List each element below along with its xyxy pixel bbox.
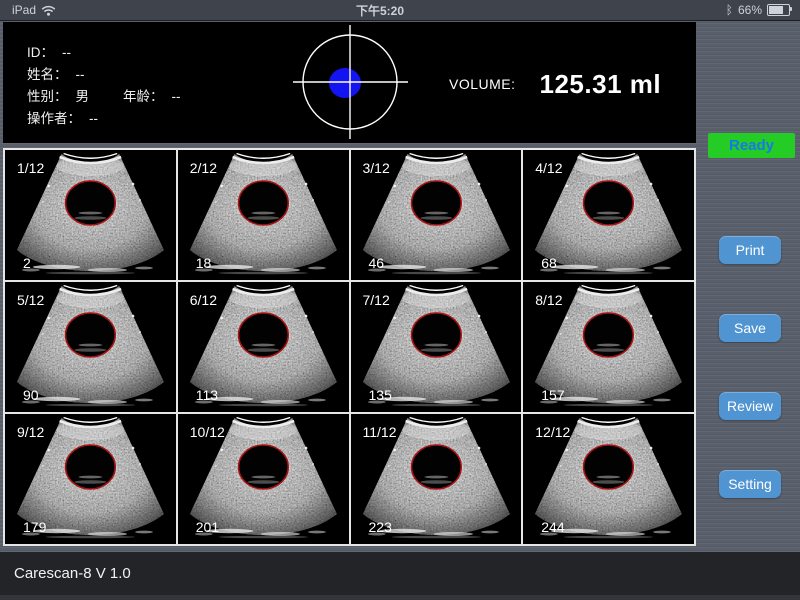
ios-status-bar: iPad 下午5:20 ᛒ 66% [0,0,800,21]
cell-index-label: 4/12 [535,160,562,176]
battery-icon [767,4,790,16]
ultrasound-cell-9[interactable]: 9/12 179 [5,414,176,544]
ultrasound-cell-7[interactable]: 7/12 135 [351,282,522,412]
patient-name-label: 姓名： [27,67,68,82]
review-button[interactable]: Review [719,392,781,420]
patient-info: ID： -- 姓名： -- 性别： 男 年龄： -- 操作者： -- [27,42,181,130]
cell-frame-number: 2 [23,255,31,271]
volume-label: VOLUME: [449,76,516,92]
cell-index-label: 11/12 [363,424,397,440]
cell-index-label: 3/12 [363,160,390,176]
ultrasound-cell-6[interactable]: 6/12 113 [178,282,349,412]
cell-index-label: 7/12 [363,292,390,308]
cell-index-label: 6/12 [190,292,217,308]
patient-id-label: ID： [27,45,54,60]
patient-age-label: 年龄： [123,89,164,104]
cell-index-label: 2/12 [190,160,217,176]
battery-percent-label: 66% [738,3,762,17]
cell-index-label: 5/12 [17,292,44,308]
patient-gender-age-row: 性别： 男 年龄： -- [27,86,181,108]
cell-frame-number: 90 [23,387,39,403]
patient-id-row: ID： -- [27,42,181,64]
bottom-bar: Carescan-8 V 1.0 [0,552,800,600]
thumbnail-grid: 1/12 2 2/12 18 3/12 46 4/12 68 5/12 90 6… [3,148,696,546]
ultrasound-cell-4[interactable]: 4/12 68 [523,150,694,280]
patient-operator-row: 操作者： -- [27,108,181,130]
volume-readout: VOLUME: 125.31 ml [449,62,661,106]
save-button[interactable]: Save [719,314,781,342]
cell-index-label: 8/12 [535,292,562,308]
cell-frame-number: 223 [369,519,392,535]
ultrasound-cell-12[interactable]: 12/12 244 [523,414,694,544]
cell-frame-number: 68 [541,255,557,271]
cell-frame-number: 244 [541,519,564,535]
crosshair-target-icon [292,24,410,140]
cell-index-label: 12/12 [535,424,570,440]
ultrasound-cell-2[interactable]: 2/12 18 [178,150,349,280]
patient-operator-value: -- [89,111,98,126]
cell-frame-number: 46 [369,255,385,271]
app-root: iPad 下午5:20 ᛒ 66% ID： -- 姓名： -- 性别： 男 年龄： -- [0,0,800,600]
ready-status-badge: Ready [708,133,795,158]
ultrasound-cell-8[interactable]: 8/12 157 [523,282,694,412]
cell-frame-number: 135 [369,387,392,403]
volume-value: 125.31 ml [540,69,662,100]
ultrasound-cell-10[interactable]: 10/12 201 [178,414,349,544]
patient-operator-label: 操作者： [27,111,81,126]
setting-button[interactable]: Setting [719,470,781,498]
print-button[interactable]: Print [719,236,781,264]
patient-name-value: -- [76,67,85,82]
patient-gender-label: 性别： [27,89,68,104]
bladder-position-marker [329,68,361,98]
patient-name-row: 姓名： -- [27,64,181,86]
cell-index-label: 1/12 [17,160,44,176]
cell-index-label: 10/12 [190,424,225,440]
cell-frame-number: 201 [196,519,219,535]
bluetooth-icon: ᛒ [726,0,733,20]
cell-frame-number: 179 [23,519,46,535]
ultrasound-cell-3[interactable]: 3/12 46 [351,150,522,280]
ultrasound-cell-5[interactable]: 5/12 90 [5,282,176,412]
app-version-label: Carescan-8 V 1.0 [14,552,131,594]
ultrasound-cell-11[interactable]: 11/12 223 [351,414,522,544]
cell-index-label: 9/12 [17,424,44,440]
patient-id-value: -- [62,45,71,60]
clock-label: 下午5:20 [0,0,760,20]
patient-info-panel: ID： -- 姓名： -- 性别： 男 年龄： -- 操作者： -- VOLUME: 125… [3,22,696,143]
cell-frame-number: 113 [196,387,218,403]
patient-age-value: -- [172,89,181,104]
cell-frame-number: 18 [196,255,212,271]
cell-frame-number: 157 [541,387,564,403]
ultrasound-cell-1[interactable]: 1/12 2 [5,150,176,280]
patient-gender-value: 男 [76,89,90,104]
